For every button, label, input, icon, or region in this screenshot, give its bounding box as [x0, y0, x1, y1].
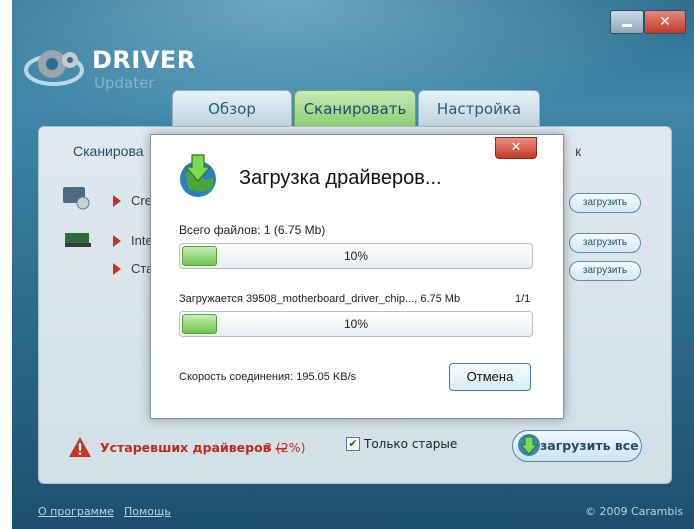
dialog-title: Загрузка драйверов...: [239, 167, 442, 189]
window-close-button[interactable]: ✕: [644, 10, 686, 34]
about-link[interactable]: О программе: [38, 505, 114, 518]
total-files-label: Всего файлов: 1 (6.75 Mb): [179, 223, 326, 237]
outdated-drivers-count: 3 (2%): [264, 440, 306, 455]
panel-header-right: к: [575, 143, 582, 159]
row-expand-icon[interactable]: [113, 235, 121, 247]
only-old-label: Только старые: [364, 437, 458, 451]
cancel-button[interactable]: Отмена: [449, 363, 531, 391]
minimize-button[interactable]: [610, 10, 644, 34]
help-link[interactable]: Помощь: [124, 505, 171, 518]
device-hdd-icon: [63, 187, 90, 210]
current-file-label: Загружается 39508_motherboard_driver_chi…: [179, 293, 461, 305]
tab-settings[interactable]: Настройка: [418, 90, 540, 127]
tab-scan[interactable]: Сканировать: [294, 90, 416, 127]
dialog-close-button[interactable]: ✕: [495, 137, 537, 159]
download-button[interactable]: загрузить: [569, 261, 641, 281]
download-all-label[interactable]: загрузить все: [540, 438, 639, 453]
outdated-drivers-label: Устаревших драйверов —: [100, 440, 288, 455]
logo-title: DRIVER: [92, 46, 196, 74]
gear-logo-icon: [24, 50, 84, 86]
tab-overview[interactable]: Обзор: [172, 90, 292, 127]
device-row-label: Cre: [131, 193, 152, 208]
download-button[interactable]: загрузить: [569, 193, 641, 213]
row-expand-icon[interactable]: [113, 263, 121, 275]
row-expand-icon[interactable]: [113, 195, 121, 207]
total-progress-percent: 10%: [343, 249, 369, 263]
total-progress-bar: 10%: [179, 243, 533, 269]
download-arrow-icon: [518, 434, 540, 456]
warning-icon: [69, 437, 91, 457]
panel-header: Сканирова: [73, 143, 144, 159]
connection-speed-label: Скорость соединения: 195.05 KB/s: [179, 371, 357, 383]
only-old-checkbox[interactable]: ✔: [346, 437, 360, 451]
device-card-icon: [65, 233, 91, 247]
download-button[interactable]: загрузить: [569, 233, 641, 253]
download-dialog: ✕ Загрузка драйверов... Всего файлов: 1 …: [150, 134, 564, 419]
file-index: 1/1: [515, 293, 531, 305]
globe-download-icon: [180, 154, 216, 197]
logo-subtitle: Updater: [94, 74, 155, 92]
copyright: © 2009 Carambis: [585, 505, 684, 518]
file-progress-bar: 10%: [179, 311, 533, 337]
file-progress-percent: 10%: [343, 317, 369, 331]
